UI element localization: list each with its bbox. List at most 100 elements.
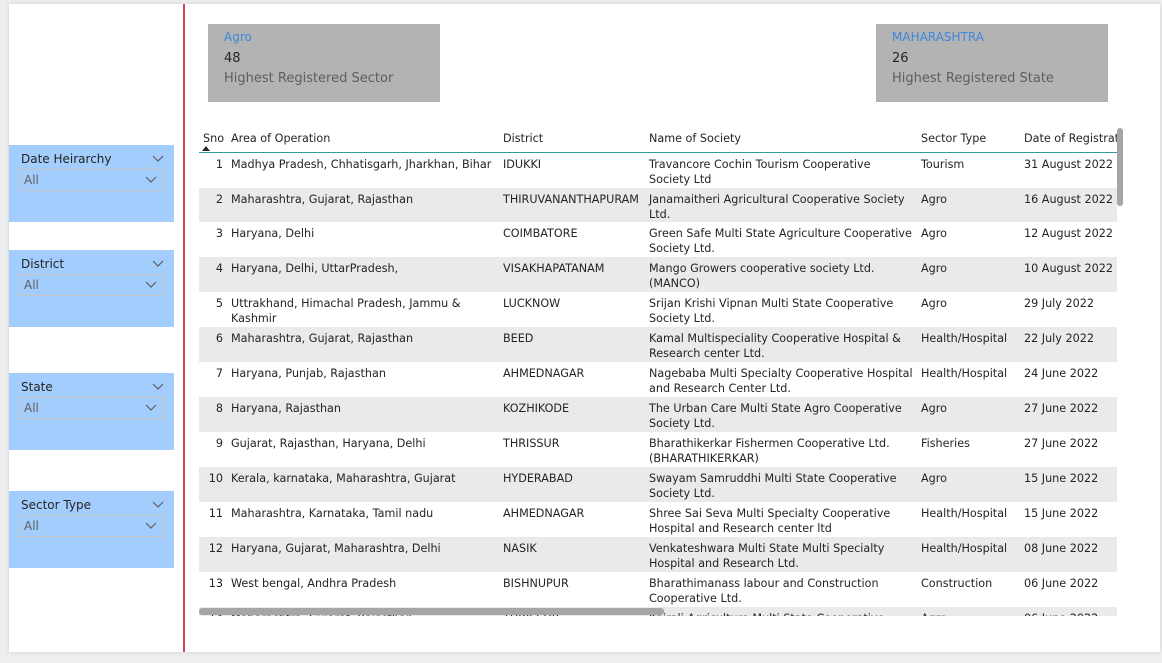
cell-date: 27 June 2022 xyxy=(1024,436,1099,450)
slicer-dropdown[interactable]: All xyxy=(18,169,164,191)
chevron-down-icon[interactable] xyxy=(152,155,164,163)
cell-sector: Agro xyxy=(917,256,1020,292)
cell-district: LUCKNOW xyxy=(503,296,561,310)
table-row[interactable]: 11 Maharashtra, Karnataka, Tamil nadu AH… xyxy=(199,502,1117,537)
cell-sno: 11 xyxy=(208,506,223,520)
cell-sno: 12 xyxy=(199,536,227,572)
cell-district: BISHNUPUR xyxy=(503,576,569,590)
slicer-dropdown[interactable]: All xyxy=(18,274,164,296)
column-header-area[interactable]: Area of Operation xyxy=(227,124,499,153)
cell-sector: Agro xyxy=(917,466,1020,502)
cell-date: 15 June 2022 xyxy=(1024,506,1099,520)
table-row[interactable]: 2 Maharashtra, Gujarat, Rajasthan THIRUV… xyxy=(199,187,1117,222)
cell-society: Bharathikerkar Fishermen Cooperative Ltd… xyxy=(649,436,890,465)
card-value: 26 xyxy=(892,51,909,66)
cell-area: Haryana, Delhi xyxy=(231,226,315,240)
table-header-row: Sno Area of Operation District Name of S… xyxy=(199,124,1117,153)
column-header-district[interactable]: District xyxy=(499,124,645,153)
cell-date: 08 June 2022 xyxy=(1020,536,1117,572)
cell-date: 06 June 2022 xyxy=(1020,606,1117,616)
cell-sno: 1 xyxy=(215,158,223,171)
cell-society: The Urban Care Multi State Agro Cooperat… xyxy=(645,396,917,432)
cell-society: Srijan Krishi Vipnan Multi State Coopera… xyxy=(649,296,894,325)
slicer-title: Date Heirarchy xyxy=(21,152,112,166)
slicer-header[interactable]: State xyxy=(21,379,164,395)
cell-sno: 10 xyxy=(199,466,227,502)
cell-sno: 6 xyxy=(199,326,227,362)
slicer-title: District xyxy=(21,257,65,271)
table-row[interactable]: 5 Uttrakhand, Himachal Pradesh, Jammu & … xyxy=(199,292,1117,327)
cell-society: Travancore Cochin Tourism Cooperative So… xyxy=(649,158,871,186)
table-row[interactable]: 1 Madhya Pradesh, Chhatisgarh, Jharkhan,… xyxy=(199,153,1117,188)
table-row[interactable]: 9 Gujarat, Rajasthan, Haryana, Delhi THR… xyxy=(199,432,1117,467)
cell-society: Kamal Multispeciality Cooperative Hospit… xyxy=(645,326,917,362)
cell-area: Kerala, karnataka, Maharashtra, Gujarat xyxy=(227,466,499,502)
slicer-selected-value: All xyxy=(24,401,39,415)
cell-area: Gujarat, Rajasthan, Haryana, Delhi xyxy=(231,436,426,450)
cell-sector: Agro xyxy=(921,226,947,240)
card-highest-state: MAHARASHTRA 26 Highest Registered State xyxy=(876,24,1108,102)
cell-district: NASIK xyxy=(499,536,645,572)
table-row[interactable]: 4 Haryana, Delhi, UttarPradesh, VISAKHAP… xyxy=(199,256,1117,292)
table-row[interactable]: 13 West bengal, Andhra Pradesh BISHNUPUR… xyxy=(199,572,1117,607)
cell-date: 24 June 2022 xyxy=(1024,366,1099,380)
cell-society: Kairali Agriculture Multi State Cooperat… xyxy=(645,606,917,616)
table-row[interactable]: 6 Maharashtra, Gujarat, Rajasthan BEED K… xyxy=(199,326,1117,362)
cell-sector: Fisheries xyxy=(921,436,970,450)
cell-date: 31 August 2022 xyxy=(1024,158,1113,171)
cell-society: Green Safe Multi State Agriculture Coope… xyxy=(649,226,912,255)
card-caption: Highest Registered Sector xyxy=(224,71,394,86)
chevron-down-icon[interactable] xyxy=(152,501,164,509)
table-row[interactable]: 10 Kerala, karnataka, Maharashtra, Gujar… xyxy=(199,466,1117,502)
slicer-title: State xyxy=(21,380,53,394)
cell-sno: 4 xyxy=(199,256,227,292)
column-header-sector[interactable]: Sector Type xyxy=(917,124,1020,153)
cell-area: Maharashtra, Gujarat, Rajasthan xyxy=(227,187,499,222)
slicer-selected-value: All xyxy=(24,519,39,533)
table-row[interactable]: 8 Haryana, Rajasthan KOZHIKODE The Urban… xyxy=(199,396,1117,432)
slicer-selected-value: All xyxy=(24,173,39,187)
cell-area: Uttrakhand, Himachal Pradesh, Jammu & Ka… xyxy=(231,296,461,325)
cell-district: VISAKHAPATANAM xyxy=(499,256,645,292)
column-header-society[interactable]: Name of Society xyxy=(645,124,917,153)
slicer-state: State All xyxy=(9,373,174,450)
slicer-dropdown[interactable]: All xyxy=(18,515,164,537)
cell-date: 15 June 2022 xyxy=(1020,466,1117,502)
cell-district: COIMBATORE xyxy=(503,226,578,240)
table-row[interactable]: 3 Haryana, Delhi COIMBATORE Green Safe M… xyxy=(199,222,1117,257)
table-row[interactable]: 12 Haryana, Gujarat, Maharashtra, Delhi … xyxy=(199,536,1117,572)
card-value: 48 xyxy=(224,51,241,66)
chevron-down-icon[interactable] xyxy=(152,260,164,268)
cell-area: Haryana, Gujarat, Maharashtra, Delhi xyxy=(227,536,499,572)
cell-sno: 2 xyxy=(199,187,227,222)
table-row[interactable]: 7 Haryana, Punjab, Rajasthan AHMEDNAGAR … xyxy=(199,362,1117,397)
slicer-dropdown[interactable]: All xyxy=(18,397,164,419)
cell-sector: Agro xyxy=(917,606,1020,616)
cell-sector: Health/Hospital xyxy=(917,326,1020,362)
slicer-header[interactable]: District xyxy=(21,256,164,272)
cell-district: BEED xyxy=(499,326,645,362)
cell-sector: Health/Hospital xyxy=(921,366,1008,380)
cell-date: 10 August 2022 xyxy=(1020,256,1117,292)
cell-sector: Health/Hospital xyxy=(921,506,1008,520)
cell-sno: 3 xyxy=(215,226,223,240)
cell-society: Shree Sai Seva Multi Specialty Cooperati… xyxy=(649,506,891,535)
chevron-down-icon xyxy=(145,522,157,529)
horizontal-scrollbar[interactable] xyxy=(199,608,664,615)
slicer-header[interactable]: Sector Type xyxy=(21,497,164,513)
cell-society: Janamaitheri Agricultural Cooperative So… xyxy=(645,187,917,222)
cell-date: 12 August 2022 xyxy=(1024,226,1113,240)
cell-date: 06 June 2022 xyxy=(1024,576,1099,590)
vertical-scrollbar[interactable] xyxy=(1117,128,1123,206)
column-header-date[interactable]: Date of Registration xyxy=(1020,124,1117,153)
cell-district: IDUKKI xyxy=(503,158,542,171)
slicer-header[interactable]: Date Heirarchy xyxy=(21,151,164,167)
cell-district: AHMEDNAGAR xyxy=(503,506,585,520)
cell-society: Venkateshwara Multi State Multi Specialt… xyxy=(645,536,917,572)
cell-sector: Agro xyxy=(921,296,947,310)
cell-sno: 5 xyxy=(215,296,223,310)
chevron-down-icon[interactable] xyxy=(152,383,164,391)
cell-area: Maharashtra, Gujarat, Rajasthan xyxy=(227,326,499,362)
cell-date: 22 July 2022 xyxy=(1020,326,1117,362)
column-header-sno[interactable]: Sno xyxy=(199,124,227,153)
